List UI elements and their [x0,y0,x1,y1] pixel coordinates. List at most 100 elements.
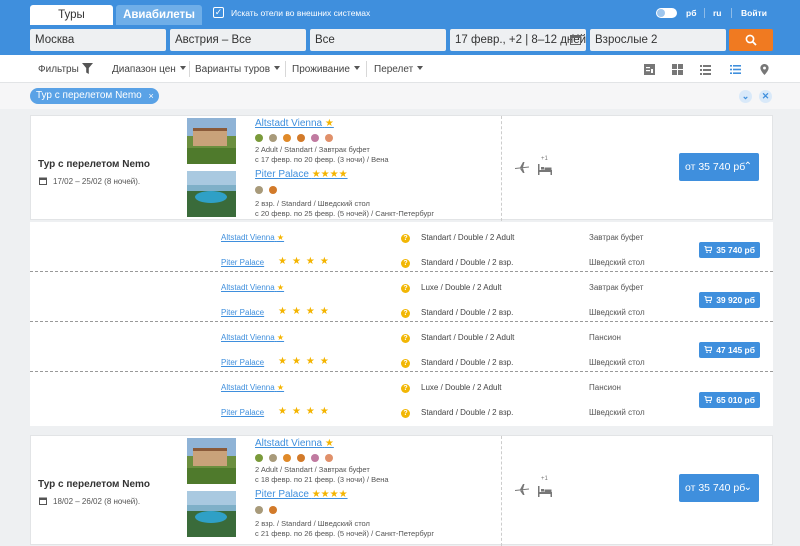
flight-icon [515,162,529,173]
hotel-stars: ★★★★ [311,489,348,500]
grid-view-icon[interactable] [672,64,683,75]
tab-avia[interactable]: Авиабилеты [116,5,202,25]
search-bar: Москва Австрия – Все Все 17 февр., +2 | … [0,25,800,55]
meal-plan: Пансион [589,383,621,392]
hotel-photo[interactable] [187,171,236,217]
flight-icon [515,484,529,495]
hotel-details: 2 Adult / Standart / Завтрак буфет [255,145,370,154]
info-icon[interactable]: ? [401,409,410,418]
dates-value: 17 февр., +2 | 8–12 дней [455,34,586,46]
extra-nights-badge: +1 [541,156,548,162]
tour-card: Тур с перелетом Nemo 18/02 – 26/02 (8 но… [30,435,773,546]
bed-icon [538,164,552,175]
cart-icon [704,296,712,303]
filters-button[interactable]: Фильтры [38,63,93,75]
extra-nights-badge: +1 [541,476,548,482]
hotel-details: 2 Adult / Standart / Завтрак буфет [255,465,370,474]
destination-field[interactable]: Австрия – Все [170,29,306,51]
collapse-all-button[interactable]: ⌄ [739,90,752,103]
variant-price-button[interactable]: 35 740 рб [699,242,760,258]
chevron-down-icon [417,66,424,70]
hotel-stars: ★★★★ [311,169,348,180]
tour-dates: 18/02 – 26/02 (8 ночей). [53,497,141,506]
flight-dropdown[interactable]: Перелет [374,64,424,75]
hotel-photo[interactable] [187,491,236,537]
variant-price-button[interactable]: 65 010 рб [699,392,760,408]
hotel-stay-dates: с 17 февр. по 20 февр. (3 ночи) / Вена [255,155,389,164]
chevron-up-icon: ⌃ [743,161,752,172]
info-icon[interactable]: ? [401,334,410,343]
info-icon[interactable]: ? [401,384,410,393]
currency-label[interactable]: рб [686,8,696,18]
chevron-down-icon [274,66,281,70]
room-type: Standard / Double / 2 взр. [421,308,514,317]
room-type: Standart / Double / 2 Adult [421,233,515,242]
meal-plan: Шведский стол [589,358,645,367]
hotel-link[interactable]: Piter Palace ★★★★ [255,489,348,500]
info-icon[interactable]: ? [401,309,410,318]
variant-hotel-link[interactable]: Altstadt Vienna ★ [221,282,284,294]
top-bar: Туры Авиабилеты ✓ Искать отели во внешни… [0,0,800,25]
hotel-photo[interactable] [187,438,236,484]
variant-price-button[interactable]: 39 920 рб [699,292,760,308]
hotel-stars: ★★★★ [278,306,334,317]
dates-field[interactable]: 17 февр., +2 | 8–12 дней [450,29,586,51]
variant-hotel-link[interactable]: Piter Palace [221,407,264,419]
amenity-icons [255,185,283,194]
hotel-details: 2 взр. / Standard / Шведский стол [255,199,370,208]
variant-hotel-link[interactable]: Piter Palace [221,307,264,319]
room-type: Standart / Double / 2 Adult [421,333,515,342]
resort-field[interactable]: Все [310,29,446,51]
hotel-stay-dates: с 20 февр. по 25 февр. (5 ночей) / Санкт… [255,209,435,218]
variant-hotel-link[interactable]: Piter Palace [221,357,264,369]
variant-hotel-link[interactable]: Altstadt Vienna ★ [221,382,284,394]
info-icon[interactable]: ? [401,234,410,243]
amenity-icons [255,453,339,462]
login-link[interactable]: Войти [741,8,767,18]
hotel-stars: ★★★★ [278,406,334,417]
variant-hotel-link[interactable]: Altstadt Vienna ★ [221,332,284,344]
compare-view-icon[interactable] [644,64,655,75]
hotel-link[interactable]: Piter Palace ★★★★ [255,169,348,180]
room-type: Standard / Double / 2 взр. [421,258,514,267]
accommodation-dropdown[interactable]: Проживание [292,64,360,75]
chevron-down-icon [179,66,186,70]
hotel-stars: ★ [276,333,285,342]
chip-close-icon[interactable]: × [148,89,153,103]
variant-hotel-link[interactable]: Piter Palace [221,257,264,269]
amenity-icons [255,505,283,514]
passengers-field[interactable]: Взрослые 2 [590,29,726,51]
tour-variants-dropdown[interactable]: Варианты туров [195,64,281,75]
price-button[interactable]: от 35 740 рб ⌄ [679,474,759,502]
meal-plan: Шведский стол [589,258,645,267]
external-search-checkbox[interactable]: ✓ [213,7,224,18]
currency-toggle[interactable] [656,8,677,18]
hotel-stars: ★ [324,118,334,129]
info-icon[interactable]: ? [401,359,410,368]
chevron-down-icon [353,66,360,70]
tour-variants-panel: Altstadt Vienna ★ ? Standart / Double / … [30,222,773,426]
hotel-photo[interactable] [187,118,236,164]
price-button[interactable]: от 35 740 рб ⌃ [679,153,759,181]
map-pin-icon[interactable] [760,64,769,75]
hotel-link[interactable]: Altstadt Vienna ★ [255,118,334,129]
search-button[interactable] [729,29,773,51]
calendar-icon [39,497,47,505]
clear-filters-button[interactable]: ✕ [759,90,772,103]
hotel-link[interactable]: Altstadt Vienna ★ [255,438,334,449]
departure-city-field[interactable]: Москва [30,29,166,51]
list-view-icon[interactable] [700,64,711,75]
language-link[interactable]: ru [713,8,722,18]
active-filter-chip[interactable]: Тур с перелетом Nemo × [30,88,159,104]
detailed-list-view-icon[interactable] [730,64,741,75]
info-icon[interactable]: ? [401,284,410,293]
info-icon[interactable]: ? [401,259,410,268]
meal-plan: Шведский стол [589,408,645,417]
price-range-dropdown[interactable]: Диапазон цен [112,64,186,75]
room-type: Standard / Double / 2 взр. [421,408,514,417]
variant-price-button[interactable]: 47 145 рб [699,342,760,358]
meal-plan: Пансион [589,333,621,342]
variant-hotel-link[interactable]: Altstadt Vienna ★ [221,232,284,244]
cart-icon [704,246,712,253]
tab-tours[interactable]: Туры [30,5,113,25]
